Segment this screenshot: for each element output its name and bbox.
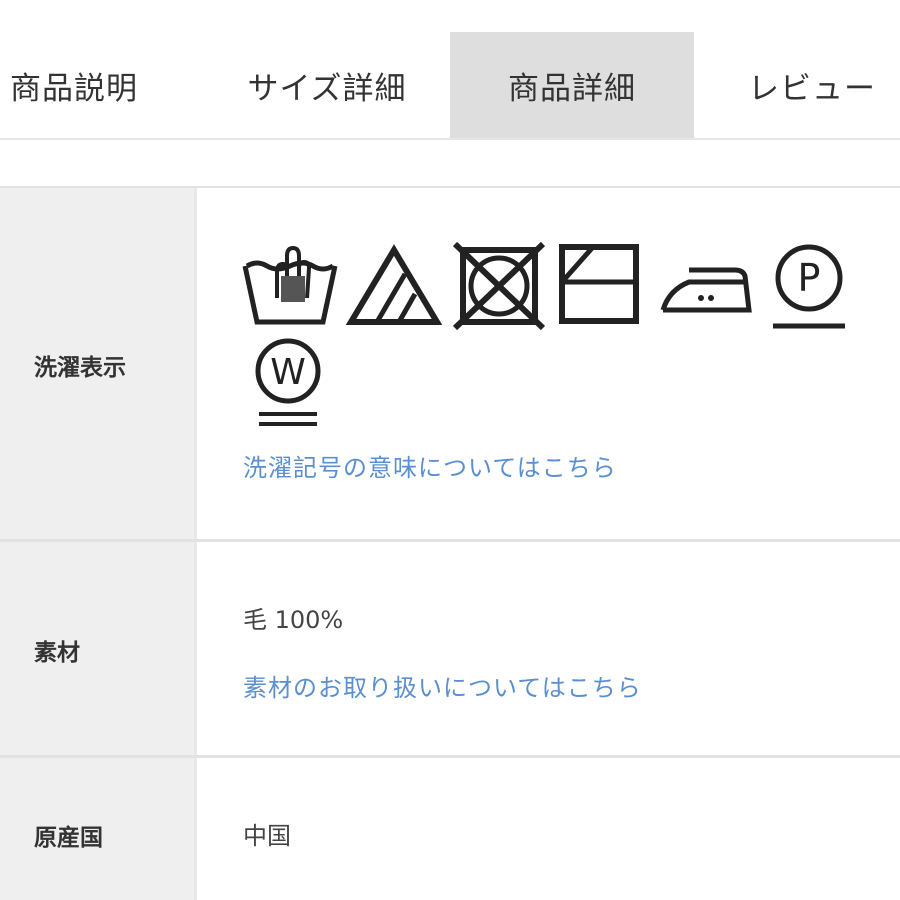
material-value: 毛 100% [243, 606, 344, 634]
spacer [0, 140, 900, 188]
tab-product-description[interactable]: 商品説明 [0, 32, 165, 138]
material-content: 毛 100% 素材のお取り扱いについてはこちら [197, 542, 900, 758]
table-row-care: 洗濯表示 P W 洗濯記号の意味についてはこちら [0, 188, 900, 542]
wet-clean-w-icon: W [255, 338, 321, 426]
dry-clean-p-icon: P [773, 244, 845, 329]
care-content: P W 洗濯記号の意味についてはこちら [197, 188, 900, 542]
tab-size-details[interactable]: サイズ詳細 [214, 32, 440, 138]
svg-text:P: P [798, 256, 821, 300]
bleach-triangle-icon [345, 244, 443, 325]
tab-product-details[interactable]: 商品詳細 [450, 32, 694, 138]
origin-value: 中国 [243, 822, 291, 850]
origin-label: 原産国 [0, 758, 194, 900]
product-details-table: 洗濯表示 P W 洗濯記号の意味についてはこちら 素材 毛 100% 素材のお取… [0, 188, 900, 900]
tab-reviews[interactable]: レビュー [720, 32, 900, 138]
table-row-origin: 原産国 中国 [0, 758, 900, 900]
origin-content: 中国 [197, 758, 900, 900]
line-dry-shade-icon [559, 244, 639, 324]
svg-text:W: W [270, 352, 306, 393]
hand-wash-icon [242, 245, 338, 325]
no-tumble-dry-icon [452, 241, 546, 331]
iron-low-icon [660, 267, 752, 313]
material-care-link[interactable]: 素材のお取り扱いについてはこちら [243, 668, 642, 703]
care-symbols-help-link[interactable]: 洗濯記号の意味についてはこちら [243, 448, 617, 483]
material-label: 素材 [0, 542, 194, 758]
care-label: 洗濯表示 [0, 188, 194, 542]
tab-bar: 商品説明 サイズ詳細 商品詳細 レビュー [0, 0, 900, 140]
table-row-material: 素材 毛 100% 素材のお取り扱いについてはこちら [0, 542, 900, 758]
